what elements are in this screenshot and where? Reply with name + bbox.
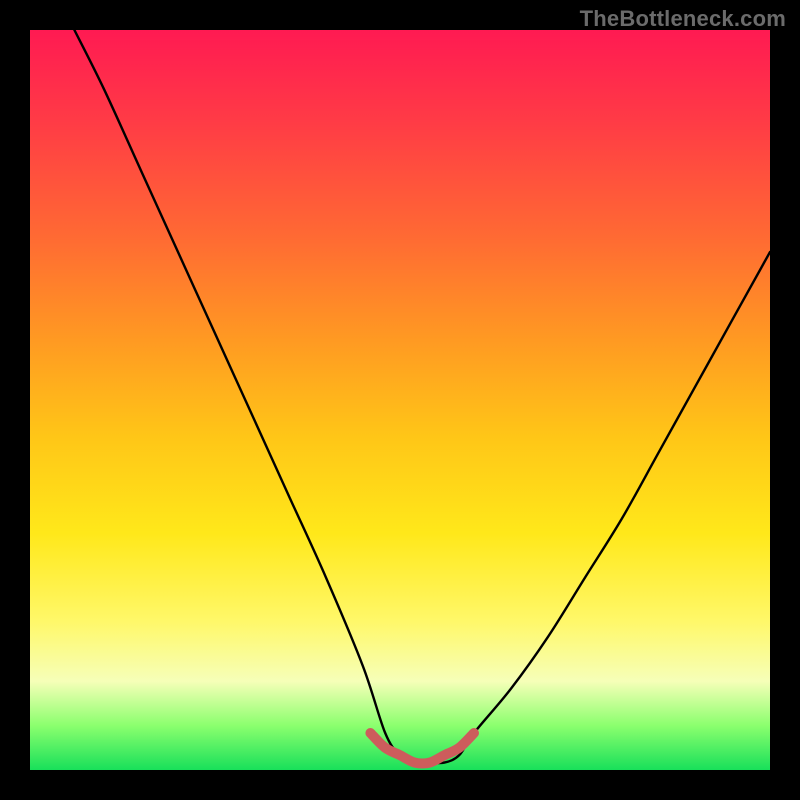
plot-area bbox=[30, 30, 770, 770]
curve-layer bbox=[30, 30, 770, 770]
watermark-text: TheBottleneck.com bbox=[580, 6, 786, 32]
chart-frame: TheBottleneck.com bbox=[0, 0, 800, 800]
bottleneck-curve bbox=[74, 30, 770, 763]
